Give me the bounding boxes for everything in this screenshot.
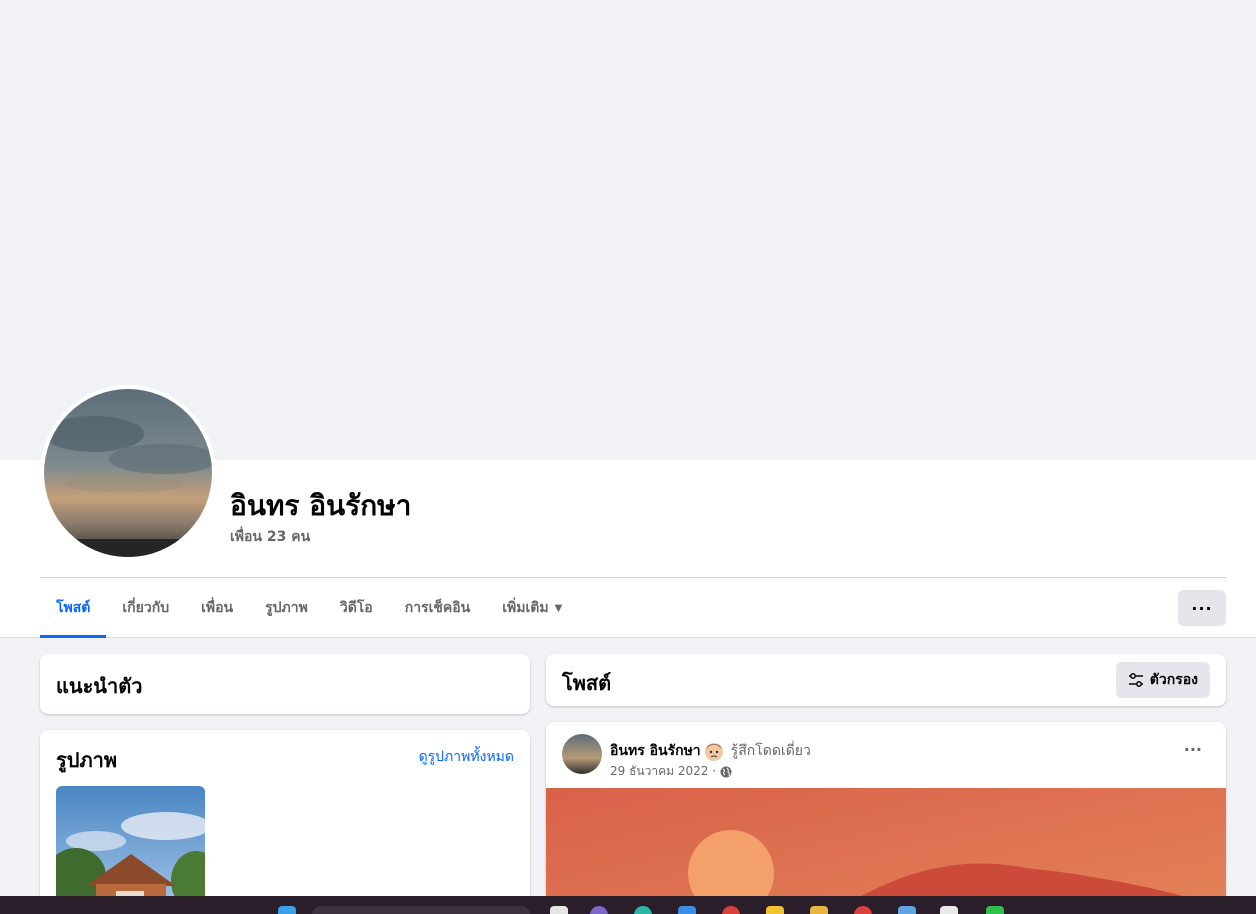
- tab-checkins[interactable]: การเช็คอิน: [389, 578, 487, 638]
- os-taskbar: [0, 896, 1256, 914]
- edge-icon[interactable]: [634, 906, 652, 914]
- globe-icon: [720, 766, 732, 777]
- intro-title: แนะนำตัว: [56, 674, 143, 698]
- tab-label: รูปภาพ: [265, 600, 308, 616]
- chrome-icon[interactable]: [854, 906, 872, 914]
- post-author-avatar[interactable]: [562, 734, 602, 774]
- posts-title: โพสต์: [562, 671, 612, 695]
- start-icon[interactable]: [278, 906, 296, 914]
- posts-header-card: โพสต์ ตัวกรอง: [546, 654, 1226, 706]
- app-icon[interactable]: [940, 906, 958, 914]
- profile-tabs: โพสต์ เกี่ยวกับ เพื่อน รูปภาพ วิดีโอ การ…: [40, 578, 578, 638]
- friends-count[interactable]: เพื่อน 23 คน: [230, 526, 310, 548]
- tab-label: เพื่อน: [201, 600, 234, 616]
- photos-card: รูปภาพ ดูรูปภาพทั้งหมด: [40, 730, 530, 914]
- app-icon[interactable]: [898, 906, 916, 914]
- sad-face-icon: [703, 740, 725, 762]
- tab-posts[interactable]: โพสต์: [40, 578, 107, 638]
- profile-name: อินทร อินรักษา: [230, 489, 412, 522]
- search-bar[interactable]: [312, 906, 530, 914]
- post-date-line: 29 ธันวาคม 2022 ·: [610, 762, 732, 781]
- tab-photos[interactable]: รูปภาพ: [249, 578, 324, 638]
- app-icon[interactable]: [722, 906, 740, 914]
- profile-avatar[interactable]: [44, 389, 212, 557]
- tab-label: การเช็คอิน: [404, 600, 471, 616]
- filter-label: ตัวกรอง: [1149, 672, 1198, 688]
- caret-down-icon: ▼: [554, 602, 563, 614]
- post-author-name[interactable]: อินทร อินรักษา: [610, 740, 701, 762]
- post-card: อินทร อินรักษา รู้สึกโดดเดี่ยว 29 ธันวาค…: [546, 722, 1226, 914]
- see-all-photos-link[interactable]: ดูรูปภาพทั้งหมด: [419, 746, 514, 768]
- tab-label: โพสต์: [56, 600, 91, 616]
- post-menu-button[interactable]: ···: [1184, 740, 1202, 759]
- post-feeling: รู้สึกโดดเดี่ยว: [730, 743, 811, 759]
- tab-videos[interactable]: วิดีโอ: [324, 578, 389, 638]
- tab-label: วิดีโอ: [339, 600, 373, 616]
- app-icon[interactable]: [678, 906, 696, 914]
- photo-thumbnail[interactable]: [56, 786, 205, 914]
- tab-about[interactable]: เกี่ยวกับ: [106, 578, 185, 638]
- app-icon[interactable]: [766, 906, 784, 914]
- app-icon[interactable]: [590, 906, 608, 914]
- line-icon[interactable]: [986, 906, 1004, 914]
- more-options-button[interactable]: ···: [1178, 590, 1226, 626]
- folder-icon[interactable]: [810, 906, 828, 914]
- post-author-line: อินทร อินรักษา รู้สึกโดดเดี่ยว: [610, 740, 811, 762]
- post-date[interactable]: 29 ธันวาคม 2022 ·: [610, 762, 716, 781]
- tab-label: เกี่ยวกับ: [122, 600, 170, 616]
- tab-friends[interactable]: เพื่อน: [185, 578, 249, 638]
- app-icon[interactable]: [550, 906, 568, 914]
- tab-label: เพิ่มเติม: [502, 600, 549, 616]
- photos-title: รูปภาพ: [56, 748, 118, 772]
- cover-photo[interactable]: [8, 0, 1256, 460]
- filter-button[interactable]: ตัวกรอง: [1115, 662, 1210, 698]
- intro-card: แนะนำตัว: [40, 654, 530, 714]
- filter-icon: [1128, 673, 1143, 687]
- tab-more[interactable]: เพิ่มเติม ▼: [486, 578, 578, 638]
